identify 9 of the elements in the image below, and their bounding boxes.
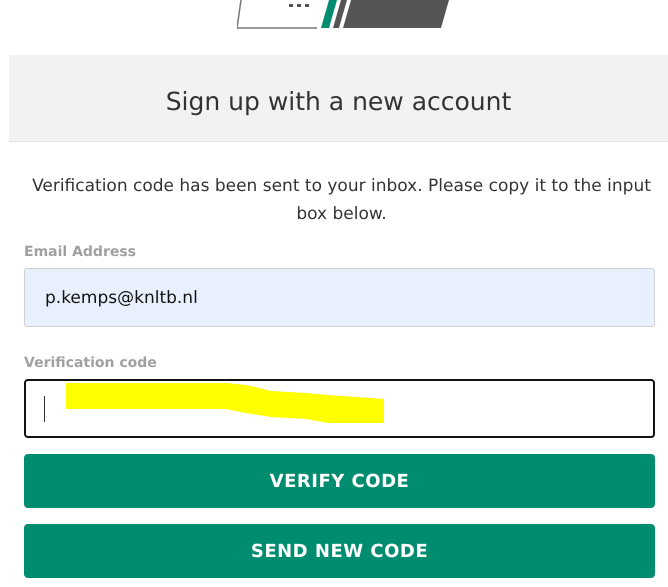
input-field[interactable] [24, 379, 655, 438]
info-message: Verification code has been sent to your inbox. Please copy it to the input box below. [31, 175, 652, 226]
field-label: Verification code [24, 355, 158, 371]
field-label: Email Address [24, 244, 138, 260]
input-field[interactable]: p.kemps@knltb.nl [24, 268, 655, 327]
action-button[interactable]: VERIFY CODE [24, 454, 655, 508]
action-button[interactable]: SEND NEW CODE [24, 524, 655, 578]
text-cursor [44, 396, 45, 422]
page-title: Sign up with a new account [166, 86, 512, 116]
